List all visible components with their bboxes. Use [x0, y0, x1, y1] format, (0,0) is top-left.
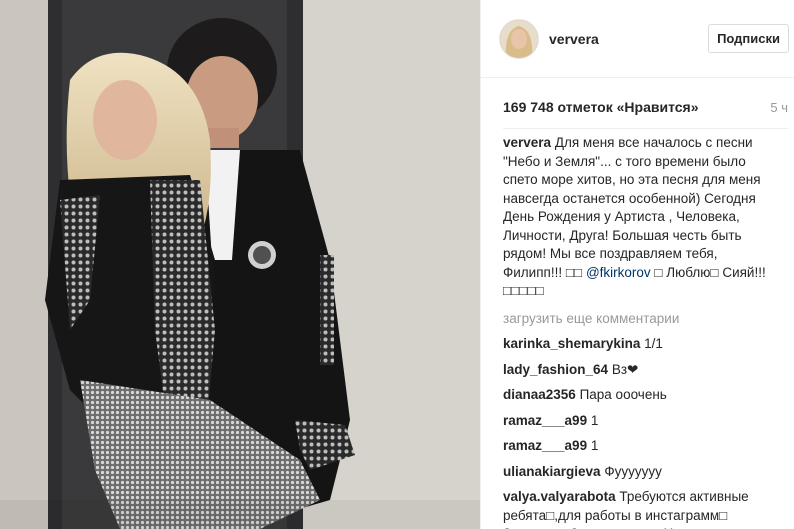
- comments-list: ververa Для меня все началось с песни "Н…: [503, 134, 770, 529]
- likes-row: 169 748 отметок «Нравится» 5 ч: [503, 96, 788, 118]
- comment-username[interactable]: lady_fashion_64: [503, 362, 608, 377]
- post-photo-image: [0, 0, 480, 529]
- comment-item: karinka_shemarykina 1/1: [503, 335, 770, 354]
- instagram-post: ververa Подписки 169 748 отметок «Нравит…: [0, 0, 794, 529]
- comment-text: Фууууууу: [604, 463, 662, 479]
- post-username[interactable]: ververa: [549, 31, 708, 47]
- comment-item: valya.valyarabota Требуются активные реб…: [503, 488, 770, 529]
- likes-count[interactable]: 169 748 отметок «Нравится»: [503, 99, 699, 115]
- comment-text: Вз❤: [611, 361, 639, 377]
- caption-text: Для меня все началось с песни "Небо и Зе…: [503, 135, 761, 280]
- post-header: ververa Подписки: [481, 0, 794, 78]
- comment-username[interactable]: karinka_shemarykina: [503, 336, 640, 351]
- avatar-image: [500, 19, 538, 58]
- comment-username[interactable]: ramaz___a99: [503, 438, 587, 453]
- post-caption: ververa Для меня все началось с песни "Н…: [503, 134, 770, 301]
- caption-username[interactable]: ververa: [503, 135, 551, 150]
- post-photo[interactable]: [0, 0, 480, 529]
- post-time[interactable]: 5 ч: [770, 100, 788, 115]
- comment-item: dianaa2356 Пара ооочень: [503, 386, 770, 405]
- divider: [503, 128, 788, 129]
- comment-text: 1: [590, 412, 599, 428]
- avatar[interactable]: [499, 18, 539, 59]
- comment-username[interactable]: ulianakiargieva: [503, 464, 601, 479]
- comment-item: lady_fashion_64 Вз❤: [503, 361, 770, 380]
- comment-username[interactable]: ramaz___a99: [503, 413, 587, 428]
- comment-item: ulianakiargieva Фууууууу: [503, 463, 770, 482]
- comment-text: 1/1: [644, 336, 663, 351]
- comment-text: Пара ооочень: [579, 387, 667, 402]
- comment-username[interactable]: dianaa2356: [503, 387, 576, 402]
- caption-mention[interactable]: @fkirkorov: [586, 265, 651, 280]
- comment-username[interactable]: valya.valyarabota: [503, 489, 616, 504]
- caption-emoji: □□: [565, 264, 583, 280]
- comment-text: 1: [590, 438, 599, 453]
- comment-item: ramaz___a99 1: [503, 412, 770, 431]
- following-button[interactable]: Подписки: [708, 24, 789, 53]
- comment-item: ramaz___a99 1: [503, 437, 770, 456]
- post-sidebar: ververa Подписки 169 748 отметок «Нравит…: [480, 0, 794, 529]
- load-more-comments[interactable]: загрузить еще комментарии: [503, 310, 770, 329]
